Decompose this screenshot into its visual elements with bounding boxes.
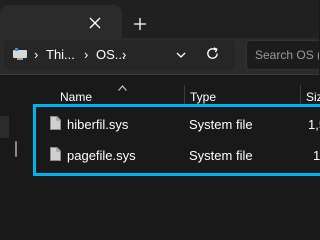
refresh-button[interactable] bbox=[205, 46, 220, 66]
breadcrumb-this-pc[interactable]: Thi... bbox=[46, 47, 75, 62]
chevron-down-icon bbox=[176, 52, 186, 58]
nav-pane-item[interactable] bbox=[0, 116, 9, 138]
close-tab-button[interactable] bbox=[84, 12, 106, 34]
this-pc-icon bbox=[12, 46, 28, 67]
close-icon bbox=[89, 17, 101, 29]
refresh-icon bbox=[207, 47, 218, 59]
column-header-size[interactable]: Siz bbox=[306, 90, 320, 104]
sort-ascending-icon bbox=[118, 78, 127, 96]
new-tab-button[interactable] bbox=[128, 12, 152, 36]
breadcrumb-separator: › bbox=[34, 47, 39, 62]
breadcrumb-separator: › bbox=[122, 47, 127, 62]
search-box[interactable]: Search OS (C bbox=[246, 40, 319, 70]
breadcrumb-separator: › bbox=[84, 47, 89, 62]
column-header-type[interactable]: Type bbox=[190, 90, 216, 104]
plus-icon bbox=[134, 18, 146, 30]
nav-scrollbar-thumb[interactable] bbox=[15, 141, 17, 157]
toolbar-divider bbox=[0, 74, 319, 75]
search-placeholder: Search OS (C bbox=[255, 48, 319, 62]
column-header-name[interactable]: Name bbox=[60, 90, 92, 104]
highlight-box bbox=[33, 104, 320, 176]
history-dropdown-button[interactable] bbox=[175, 48, 187, 66]
